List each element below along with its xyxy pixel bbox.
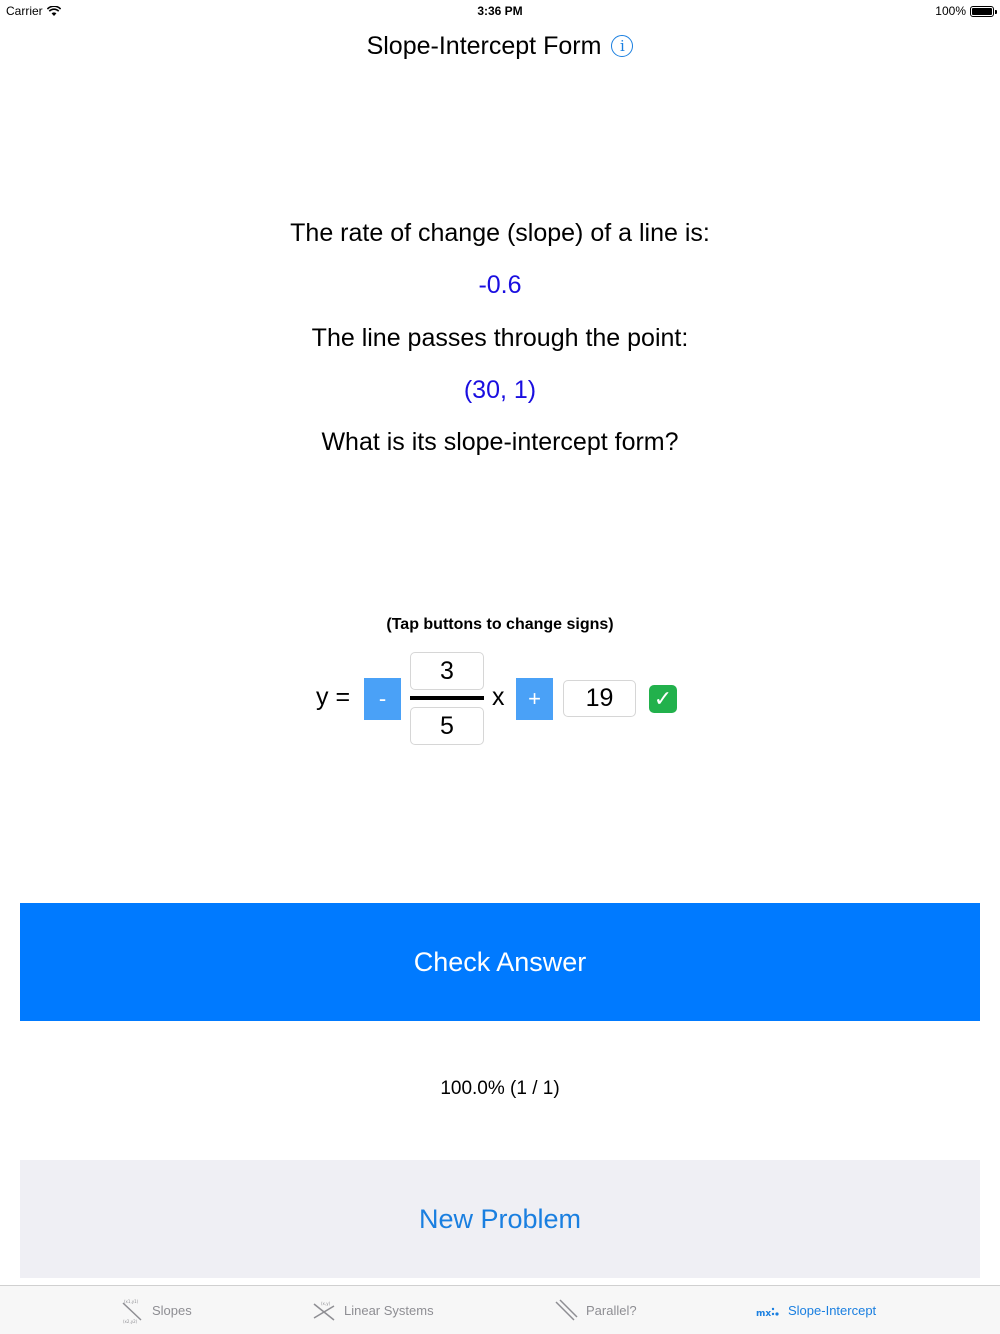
new-problem-button[interactable]: New Problem [20, 1160, 980, 1278]
point-prompt: The line passes through the point: [311, 324, 689, 352]
point-value: (30, 1) [463, 376, 537, 404]
status-bar: Carrier 3:36 PM 100% [0, 0, 1000, 22]
svg-text:mx: mx [756, 1309, 771, 1318]
status-time: 3:36 PM [477, 4, 523, 18]
page-title: Slope-Intercept Form [366, 31, 602, 60]
tab-label-parallel: Parallel? [586, 1303, 637, 1318]
x-label: x [492, 683, 505, 711]
fraction-bar [410, 696, 484, 700]
info-icon[interactable]: i [611, 35, 634, 57]
denominator-field[interactable]: 5 [410, 707, 484, 745]
tab-bar: (x1,y1) (x2,y2) Slopes (x,y) Linear Syst… [0, 1285, 1000, 1334]
tab-slope-intercept[interactable]: mx Slope-Intercept [756, 1286, 876, 1334]
tab-linear-systems[interactable]: (x,y) Linear Systems [312, 1286, 434, 1334]
tab-label-linear-systems: Linear Systems [344, 1303, 434, 1318]
battery-label: 100% [935, 4, 966, 18]
slopes-icon: (x1,y1) (x2,y2) [122, 1299, 142, 1324]
slope-value: -0.6 [478, 271, 522, 299]
svg-text:(x1,y1): (x1,y1) [124, 1299, 139, 1304]
slope-intercept-icon: mx [756, 1307, 779, 1318]
question-text: What is its slope-intercept form? [321, 428, 679, 456]
linear-systems-icon: (x,y) [313, 1301, 335, 1321]
y-equals-label: y = [316, 683, 351, 711]
intercept-sign-button[interactable]: + [516, 678, 553, 720]
nav-bar: Slope-Intercept Form i [0, 26, 1000, 66]
check-mark-icon: ✓ [649, 685, 677, 713]
score-label: 100.0% (1 / 1) [440, 1078, 560, 1099]
battery-icon [970, 5, 997, 17]
slope-sign-button[interactable]: - [364, 678, 401, 720]
battery-indicator: 100% [935, 4, 997, 18]
tab-label-slopes: Slopes [152, 1303, 192, 1318]
tab-slopes[interactable]: (x1,y1) (x2,y2) Slopes [120, 1286, 192, 1334]
svg-text:(x,y): (x,y) [321, 1301, 331, 1306]
sign-hint: (Tap buttons to change signs) [386, 616, 614, 633]
numerator-field[interactable]: 3 [410, 652, 484, 690]
tab-label-slope-intercept: Slope-Intercept [788, 1303, 877, 1318]
tab-parallel[interactable]: Parallel? [554, 1286, 637, 1334]
slope-prompt: The rate of change (slope) of a line is: [290, 219, 710, 247]
check-answer-button[interactable]: Check Answer [20, 903, 980, 1021]
intercept-field[interactable]: 19 [563, 680, 636, 717]
parallel-icon [555, 1298, 578, 1321]
svg-text:(x2,y2): (x2,y2) [123, 1319, 138, 1324]
